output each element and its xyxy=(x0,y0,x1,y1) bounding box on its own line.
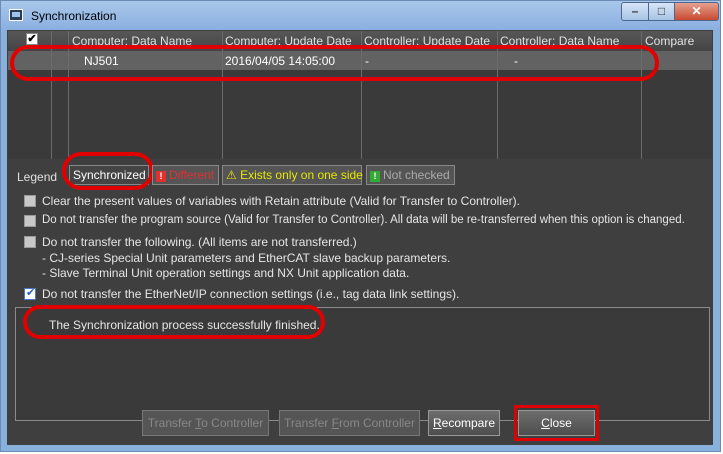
close-window-button[interactable]: ✕ xyxy=(674,2,719,21)
legend-not-checked-text: Not checked xyxy=(383,168,450,182)
column-header-compare[interactable]: Compare xyxy=(645,34,711,48)
recompare-button[interactable]: Recompare xyxy=(428,410,500,436)
btn-text-post: o Controller xyxy=(201,416,264,430)
no-transfer-detail-1: - CJ-series Special Unit parameters and … xyxy=(42,251,451,265)
no-ethernetip-label: Do not transfer the EtherNet/IP connecti… xyxy=(42,287,460,301)
warning-icon: ⚠ xyxy=(226,168,241,182)
no-transfer-following-label: Do not transfer the following. (All item… xyxy=(42,235,357,249)
legend-one-side-text: Exists only on one side xyxy=(240,168,363,182)
no-transfer-detail-2: - Slave Terminal Unit operation settings… xyxy=(42,266,410,280)
no-transfer-following-checkbox[interactable] xyxy=(24,236,36,248)
highlight-oval-legend xyxy=(62,152,154,190)
btn-text-post: rom Controller xyxy=(338,416,415,430)
legend-label: Legend xyxy=(17,170,58,184)
btn-text-key: R xyxy=(432,416,442,430)
no-program-source-label: Do not transfer the program source (Vali… xyxy=(42,214,685,226)
btn-text-pre: Transfer xyxy=(147,416,196,430)
highlight-oval-status xyxy=(23,305,325,339)
clear-retain-label: Clear the present values of variables wi… xyxy=(42,194,520,208)
minimize-button[interactable]: – xyxy=(621,2,649,21)
app-icon xyxy=(9,9,23,21)
row-checkbox[interactable]: ✔ xyxy=(26,33,38,45)
title-bar[interactable]: Synchronization – □ ✕ xyxy=(1,1,720,31)
legend-not-checked: ! Not checked xyxy=(366,165,455,185)
no-ethernetip-checkbox[interactable] xyxy=(24,286,36,300)
legend-one-side: ⚠ Exists only on one side xyxy=(222,165,363,185)
btn-text-post: ecompare xyxy=(441,416,496,430)
highlight-oval-row xyxy=(10,45,659,81)
transfer-to-controller-button[interactable]: Transfer To Controller xyxy=(142,410,269,436)
highlight-rect-close xyxy=(514,405,599,441)
no-program-source-checkbox[interactable] xyxy=(24,215,36,227)
window-title: Synchronization xyxy=(31,9,117,23)
transfer-from-controller-button[interactable]: Transfer From Controller xyxy=(279,410,420,436)
legend-different: ! Different xyxy=(152,165,219,185)
maximize-button[interactable]: □ xyxy=(648,2,675,21)
legend-different-text: Different xyxy=(169,168,215,182)
exclamation-icon: ! xyxy=(156,171,166,182)
btn-text-key: F xyxy=(331,416,339,430)
btn-text-pre: Transfer xyxy=(284,416,332,430)
exclamation-icon: ! xyxy=(370,171,380,182)
clear-retain-checkbox[interactable] xyxy=(24,195,36,207)
